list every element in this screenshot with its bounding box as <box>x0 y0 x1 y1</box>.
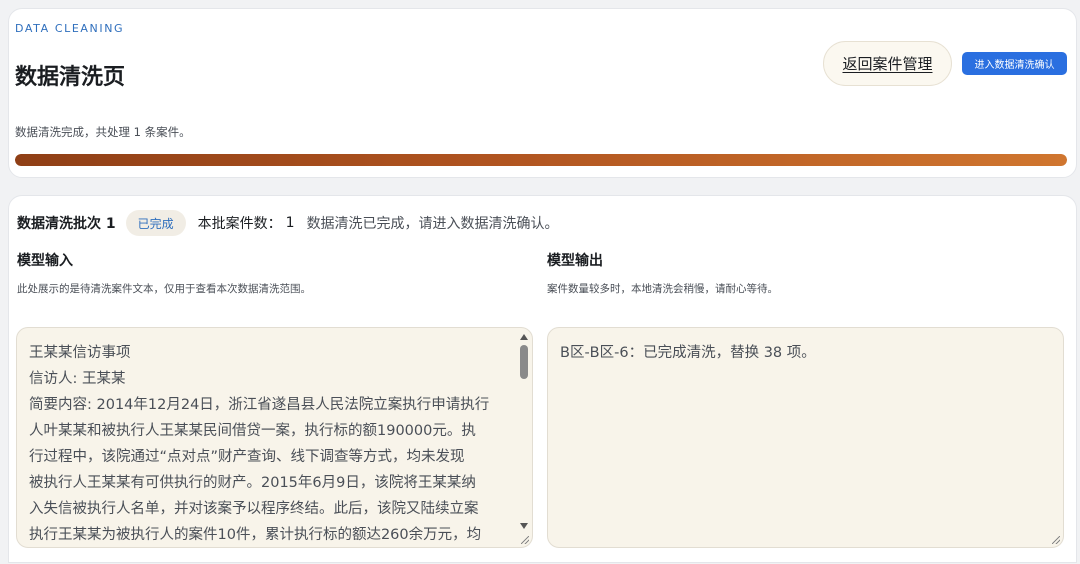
batch-message: 数据清洗已完成，请进入数据清洗确认。 <box>306 216 559 232</box>
back-to-case-management-button[interactable]: 返回案件管理 <box>823 41 952 86</box>
enter-cleaning-confirmation-button[interactable]: 进入数据清洗确认 <box>962 52 1067 75</box>
input-text-line: 简要内容: 2014年12月24日，浙江省遂昌县人民法院立案执行申请执行 <box>29 397 490 413</box>
input-text-line: 人叶某某和被执行人王某某民间借贷一案，执行标的额190000元。执 <box>29 423 476 439</box>
header-card: DATA CLEANING 数据清洗页 返回案件管理 进入数据清洗确认 数据清洗… <box>8 8 1077 178</box>
input-text-line: 被执行人王某某有可供执行的财产。2015年6月9日，该院将王某某纳 <box>29 475 476 491</box>
input-text-line: 行过程中，该院通过“点对点”财产查询、线下调查等方式，均未发现 <box>29 449 465 465</box>
input-text-line: 入失信被执行人名单，并对该案予以程序终结。此后，该院又陆续立案 <box>29 501 479 517</box>
model-output-textarea[interactable]: B区-B区-6：已完成清洗，替换 38 项。 <box>547 327 1064 548</box>
model-input-title: 模型输入 <box>17 253 73 269</box>
input-scrollbar[interactable] <box>517 328 531 547</box>
input-text-line: 信访人: 王某某 <box>29 371 126 387</box>
cleaning-progress-fill <box>15 154 1067 166</box>
scroll-up-arrow-icon[interactable] <box>520 334 528 340</box>
scroll-thumb[interactable] <box>520 345 528 379</box>
model-output-description: 案件数量较多时，本地清洗会稍慢，请耐心等待。 <box>547 283 778 295</box>
model-input-description: 此处展示的是待清洗案件文本，仅用于查看本次数据清洗范围。 <box>17 283 311 295</box>
resize-grip-icon[interactable] <box>521 536 529 544</box>
batch-title: 数据清洗批次 1 <box>17 216 116 232</box>
batch-count-label: 本批案件数： <box>197 216 282 232</box>
status-badge: 已完成 <box>125 210 186 236</box>
page-title: 数据清洗页 <box>15 65 126 90</box>
cleaning-status-text: 数据清洗完成，共处理 1 条案件。 <box>15 125 191 139</box>
resize-grip-icon[interactable] <box>1052 536 1060 544</box>
input-text-line: 执行王某某为被执行人的案件10件，累计执行标的额达260余万元，均 <box>29 527 482 543</box>
cleaning-progress-bar <box>15 154 1067 166</box>
input-text-line: 王某某信访事项 <box>29 345 131 361</box>
model-output-text: B区-B区-6：已完成清洗，替换 38 项。 <box>560 345 816 361</box>
section-eyebrow: DATA CLEANING <box>15 22 125 35</box>
model-input-text: 王某某信访事项 信访人: 王某某简要内容: 2014年12月24日，浙江省遂昌县人… <box>17 328 505 547</box>
model-output-title: 模型输出 <box>547 253 603 269</box>
batch-header: 数据清洗批次 1 已完成 本批案件数： 1 数据清洗已完成，请进入数据清洗确认。 <box>17 210 559 236</box>
batch-card: 数据清洗批次 1 已完成 本批案件数： 1 数据清洗已完成，请进入数据清洗确认。… <box>8 195 1077 563</box>
scroll-down-arrow-icon[interactable] <box>520 523 528 529</box>
batch-count-value: 1 <box>285 215 295 231</box>
model-input-textarea[interactable]: 王某某信访事项 信访人: 王某某简要内容: 2014年12月24日，浙江省遂昌县人… <box>16 327 533 548</box>
